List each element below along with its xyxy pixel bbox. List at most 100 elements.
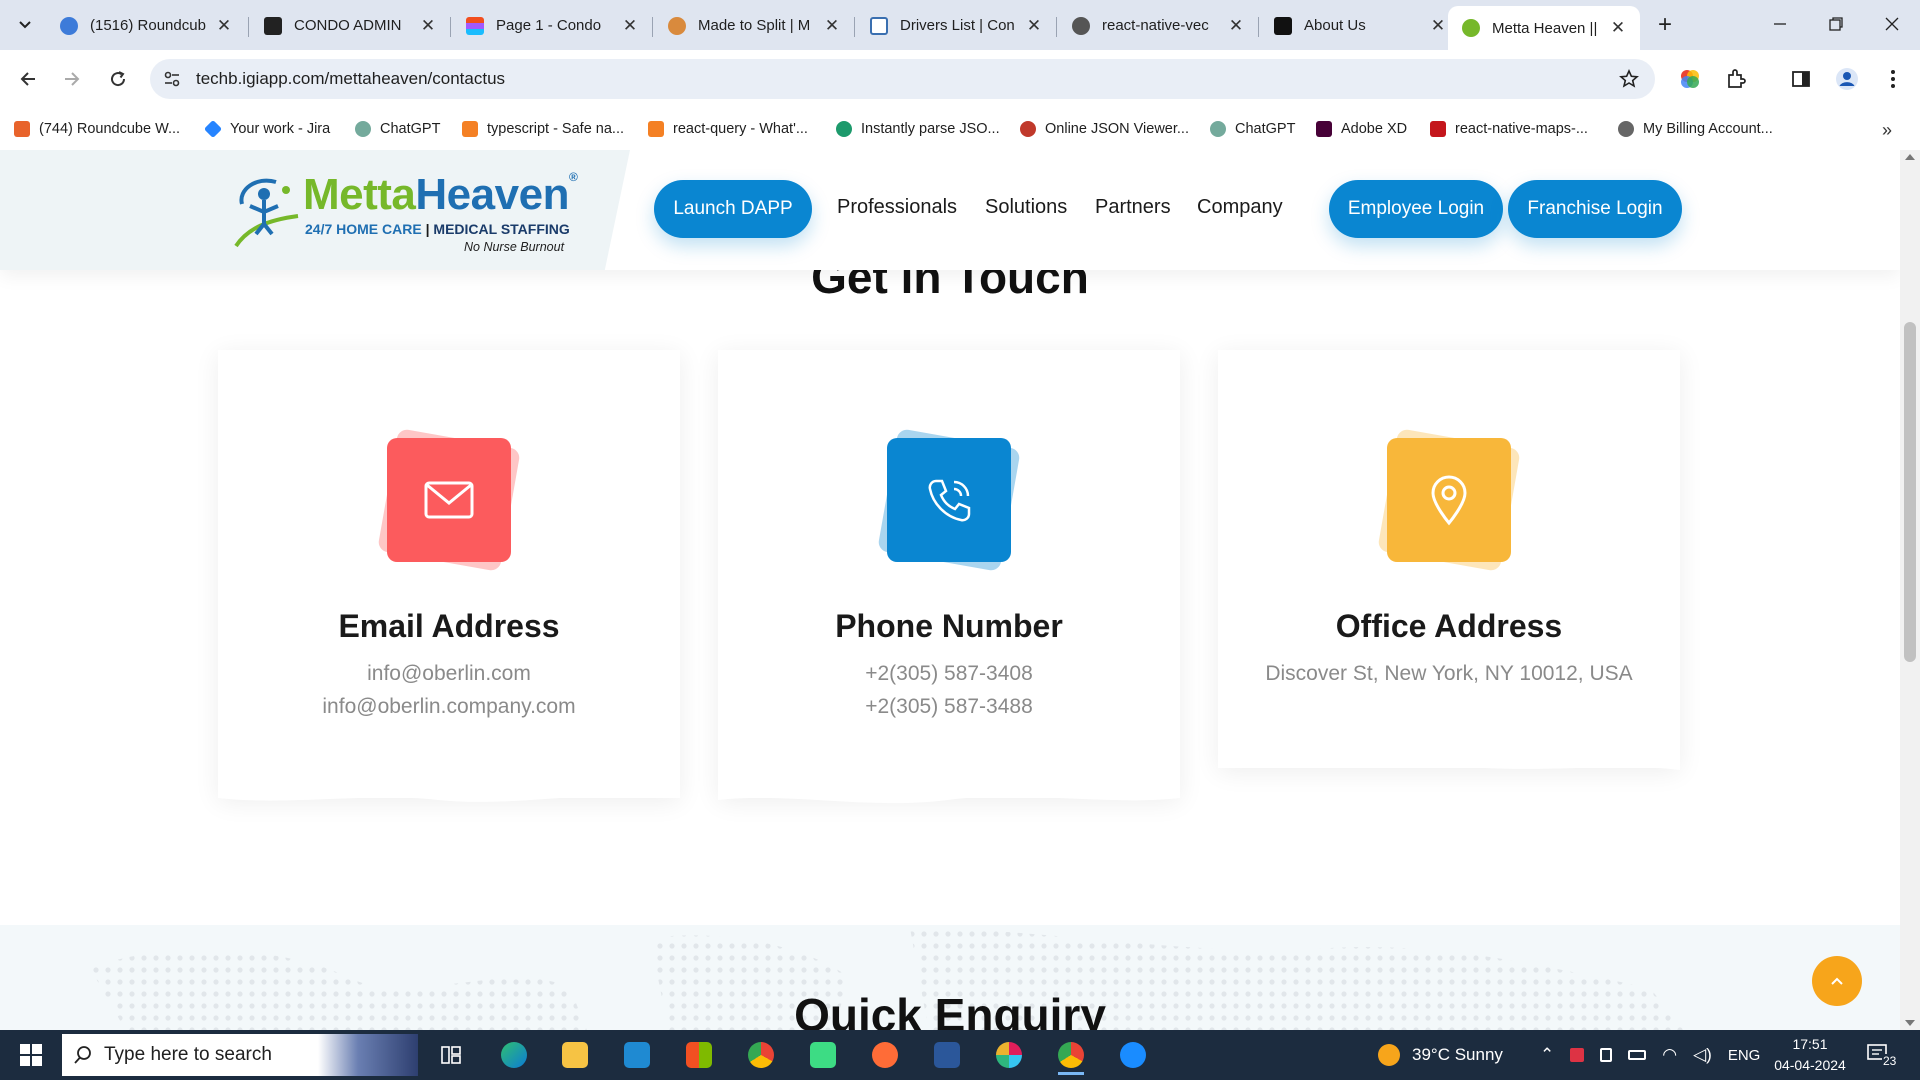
chatgpt-icon xyxy=(355,121,371,137)
globe-icon xyxy=(1072,16,1090,35)
taskbar-edge[interactable] xyxy=(491,1035,537,1075)
page-scrollbar[interactable] xyxy=(1900,150,1920,1030)
tab-drivers-list[interactable]: Drivers List | Con ✕ xyxy=(856,9,1056,42)
taskbar-postman[interactable] xyxy=(862,1035,908,1075)
taskbar-search-box[interactable]: Type here to search xyxy=(62,1034,418,1076)
tray-app-icon[interactable] xyxy=(1570,1048,1585,1062)
tab-react-native-vector[interactable]: react-native-vec ✕ xyxy=(1058,9,1258,42)
nav-link-company[interactable]: Company xyxy=(1197,196,1283,219)
bookmark-item[interactable]: ChatGPT xyxy=(1210,118,1295,140)
battery-icon[interactable] xyxy=(1628,1050,1647,1060)
tab-figma[interactable]: Page 1 - Condo ✕ xyxy=(452,9,652,42)
email-line[interactable]: info@oberlin.company.com xyxy=(218,695,680,719)
scroll-thumb[interactable] xyxy=(1904,322,1916,662)
site-logo[interactable]: MettaHeaven® 24/7 HOME CARE | MEDICAL ST… xyxy=(228,168,608,260)
tab-made-to-split[interactable]: Made to Split | M ✕ xyxy=(654,9,854,42)
page-viewport: Get in Touch MettaHeaven® 24/7 HOME CARE… xyxy=(0,150,1900,1030)
task-view-button[interactable] xyxy=(428,1035,474,1075)
taskbar-file-explorer[interactable] xyxy=(552,1035,598,1075)
forward-button[interactable] xyxy=(54,61,90,97)
bookmark-star-icon[interactable] xyxy=(1617,67,1641,91)
close-icon[interactable]: ✕ xyxy=(418,16,438,36)
phone-line[interactable]: +2(305) 587-3408 xyxy=(718,662,1180,686)
close-icon[interactable]: ✕ xyxy=(1428,16,1448,36)
minimize-button[interactable] xyxy=(1752,0,1808,48)
nav-link-partners[interactable]: Partners xyxy=(1095,196,1171,219)
taskbar-chrome[interactable] xyxy=(738,1035,784,1075)
wifi-icon[interactable]: ◠ xyxy=(1662,1045,1677,1065)
franchise-login-button[interactable]: Franchise Login xyxy=(1508,180,1682,238)
site-info-icon[interactable] xyxy=(160,67,184,91)
search-highlight-image xyxy=(318,1034,418,1076)
close-icon[interactable]: ✕ xyxy=(620,16,640,36)
launch-dapp-button[interactable]: Launch DAPP xyxy=(654,180,812,238)
color-extension-icon[interactable] xyxy=(1677,66,1703,92)
bookmark-item[interactable]: Online JSON Viewer... xyxy=(1020,118,1189,140)
restore-button[interactable] xyxy=(1808,0,1864,48)
reload-button[interactable] xyxy=(100,61,136,97)
bookmark-item[interactable]: react-native-maps-... xyxy=(1430,118,1588,140)
made-to-split-icon xyxy=(668,16,686,35)
tab-condo-admin[interactable]: CONDO ADMIN ✕ xyxy=(250,9,450,42)
chevron-up-icon[interactable]: ⌃ xyxy=(1540,1045,1554,1065)
card-title: Phone Number xyxy=(835,608,1063,644)
taskbar-word[interactable] xyxy=(924,1035,970,1075)
bookmark-item[interactable]: typescript - Safe na... xyxy=(462,118,624,140)
profile-avatar[interactable] xyxy=(1834,66,1860,92)
volume-icon[interactable]: ◁) xyxy=(1693,1045,1712,1065)
logo-subtitle: No Nurse Burnout xyxy=(464,240,565,254)
language-indicator[interactable]: ENG xyxy=(1728,1047,1761,1064)
tab-title: CONDO ADMIN xyxy=(294,17,402,34)
new-tab-button[interactable]: + xyxy=(1650,10,1680,40)
back-button[interactable] xyxy=(10,61,46,97)
quicktype-icon xyxy=(836,121,852,137)
start-button[interactable] xyxy=(8,1040,54,1070)
close-icon[interactable]: ✕ xyxy=(1024,16,1044,36)
email-line[interactable]: info@oberlin.com xyxy=(218,662,680,686)
extensions-icon[interactable] xyxy=(1723,66,1749,92)
tab-search-button[interactable] xyxy=(10,10,40,40)
bookmark-item[interactable]: ChatGPT xyxy=(355,118,440,140)
taskbar-slack[interactable] xyxy=(986,1035,1032,1075)
scroll-to-top-button[interactable] xyxy=(1812,956,1862,1006)
employee-login-button[interactable]: Employee Login xyxy=(1329,180,1503,238)
more-bookmarks-icon[interactable]: » xyxy=(1882,120,1892,141)
close-icon[interactable]: ✕ xyxy=(822,16,842,36)
address-bar[interactable]: techb.igiapp.com/mettaheaven/contactus xyxy=(150,59,1655,99)
close-window-button[interactable] xyxy=(1864,0,1920,48)
scroll-up-arrow[interactable] xyxy=(1905,154,1915,160)
bookmark-item[interactable]: Adobe XD xyxy=(1316,118,1407,140)
postman-icon xyxy=(872,1042,898,1068)
tray-device-icon[interactable] xyxy=(1600,1048,1613,1062)
tab-metta-heaven[interactable]: Metta Heaven || ✕ xyxy=(1448,6,1640,50)
side-panel-icon[interactable] xyxy=(1788,66,1814,92)
close-icon[interactable]: ✕ xyxy=(1226,16,1246,36)
taskbar-store[interactable] xyxy=(676,1035,722,1075)
taskbar-chrome-active[interactable] xyxy=(1048,1035,1094,1075)
weather-widget[interactable]: 39°C Sunny xyxy=(1378,1030,1503,1080)
bookmark-item[interactable]: My Billing Account... xyxy=(1618,118,1773,140)
taskbar-vscode[interactable] xyxy=(614,1035,660,1075)
bookmark-item[interactable]: Instantly parse JSO... xyxy=(836,118,1000,140)
scroll-down-arrow[interactable] xyxy=(1905,1020,1915,1026)
taskbar-app-store[interactable] xyxy=(1110,1035,1156,1075)
nav-link-professionals[interactable]: Professionals xyxy=(837,196,957,219)
bookmark-item[interactable]: react-query - What'... xyxy=(648,118,808,140)
taskbar-android-studio[interactable] xyxy=(800,1035,846,1075)
chrome-icon xyxy=(748,1042,774,1068)
card-title: Office Address xyxy=(1335,608,1563,644)
tab-about-us[interactable]: About Us ✕ xyxy=(1260,9,1460,42)
bookmark-item[interactable]: Your work - Jira xyxy=(203,118,330,140)
close-icon[interactable]: ✕ xyxy=(1608,18,1628,38)
close-icon[interactable]: ✕ xyxy=(214,16,234,36)
tab-roundcube[interactable]: (1516) Roundcub ✕ xyxy=(46,9,246,42)
taskbar-clock[interactable]: 17:51 04-04-2024 xyxy=(1770,1034,1850,1076)
phone-icon xyxy=(887,438,1011,562)
nav-link-solutions[interactable]: Solutions xyxy=(985,196,1067,219)
phone-line[interactable]: +2(305) 587-3488 xyxy=(718,695,1180,719)
notification-center-button[interactable]: 23 xyxy=(1866,1040,1906,1070)
office-icon-box xyxy=(1377,428,1521,572)
url-text: techb.igiapp.com/mettaheaven/contactus xyxy=(196,69,506,88)
bookmark-item[interactable]: (744) Roundcube W... xyxy=(14,118,180,140)
menu-kebab-icon[interactable] xyxy=(1880,66,1906,92)
